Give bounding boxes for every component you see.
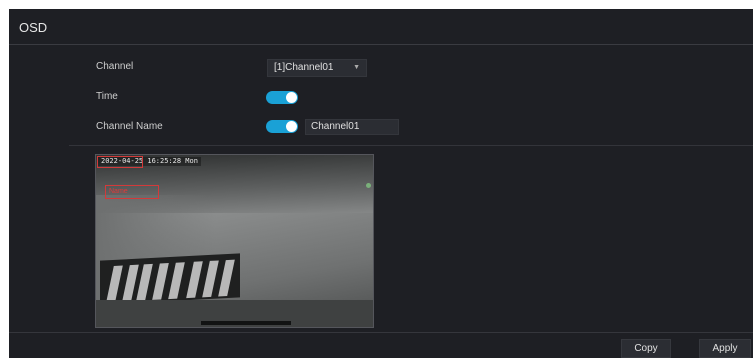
channel-select-value: [1]Channel01 (274, 62, 334, 73)
preview-paper (136, 263, 153, 301)
osd-panel: OSD Channel [1]Channel01 ▼ Time Channel … (9, 9, 753, 358)
apply-button[interactable]: Apply (699, 339, 751, 358)
preview-paper (168, 262, 185, 300)
preview-light (366, 183, 371, 188)
preview-cabinet (100, 253, 240, 305)
video-preview[interactable]: 2022-04-25 16:25:28 Mon Name (95, 154, 374, 328)
copy-button[interactable]: Copy (621, 339, 671, 358)
channel-name-input[interactable]: Channel01 (305, 119, 399, 135)
title-divider (9, 44, 753, 45)
preview-paper (106, 265, 123, 303)
preview-paper (202, 260, 219, 298)
footer-divider (9, 332, 753, 333)
toggle-knob (286, 92, 297, 103)
preview-paper (186, 261, 203, 299)
time-toggle[interactable] (266, 91, 298, 104)
toggle-knob (286, 121, 297, 132)
preview-paper (218, 259, 235, 297)
channel-name-label: Channel Name (96, 121, 163, 132)
channel-select[interactable]: [1]Channel01 ▼ (267, 59, 367, 77)
channel-label: Channel (96, 61, 134, 72)
channel-name-toggle[interactable] (266, 120, 298, 133)
chevron-down-icon: ▼ (353, 64, 360, 71)
page-title: OSD (19, 20, 48, 35)
preview-paper (152, 263, 169, 300)
section-divider (69, 145, 753, 146)
preview-floor-slot (201, 321, 291, 325)
time-label: Time (96, 91, 118, 102)
time-overlay-box[interactable] (97, 156, 143, 168)
name-overlay[interactable]: Name (105, 185, 159, 199)
